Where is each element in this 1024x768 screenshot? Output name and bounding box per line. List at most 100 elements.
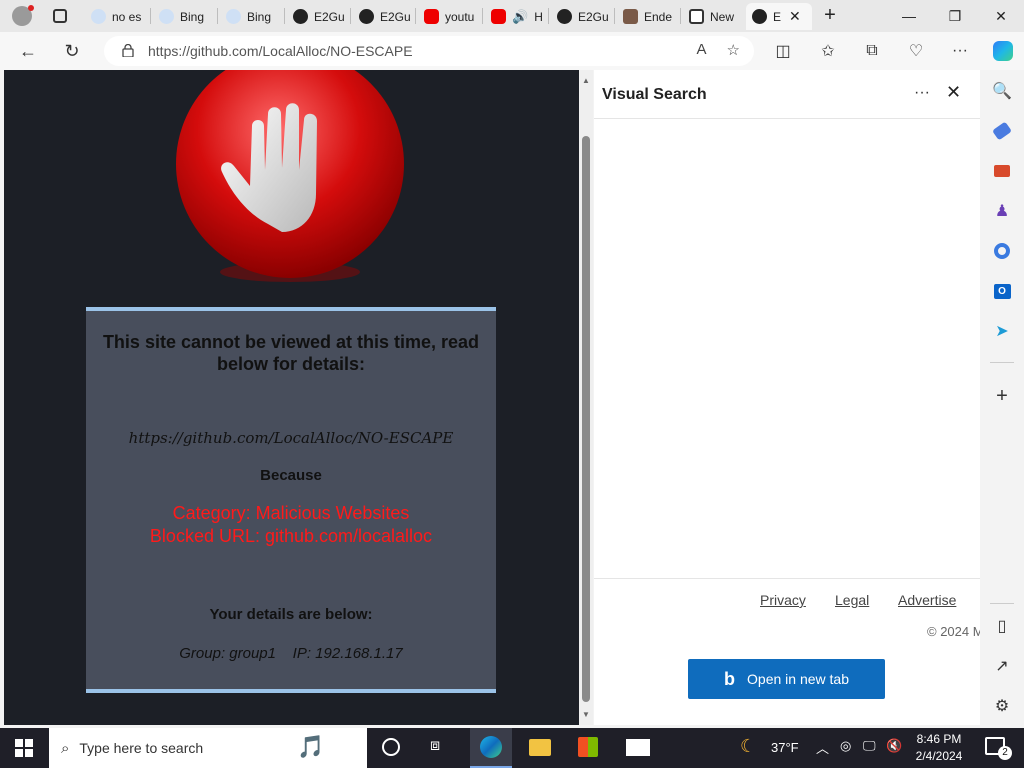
- tab-label: E2Gu: [380, 9, 411, 24]
- footer-divider: [594, 578, 980, 579]
- clock[interactable]: 8:46 PM 2/4/2024: [910, 731, 968, 765]
- user-details: Group: group1 IP: 192.168.1.17: [86, 645, 496, 662]
- settings-more-icon[interactable]: ···: [947, 39, 973, 63]
- notification-count: 2: [998, 746, 1012, 760]
- performance-icon[interactable]: ♡: [903, 39, 929, 63]
- collections-icon[interactable]: ⧉: [859, 39, 885, 63]
- settings-gear-icon[interactable]: ⚙: [991, 695, 1013, 717]
- newtab-icon: [689, 9, 704, 24]
- clock-date: 2/4/2024: [915, 749, 963, 763]
- tab-bing-1[interactable]: Bing: [153, 3, 215, 30]
- tab-youtube-2[interactable]: 🔊 H: [485, 3, 547, 30]
- weather-temp[interactable]: 37°F: [771, 740, 799, 755]
- search-icon: [91, 9, 106, 24]
- file-explorer-icon[interactable]: [529, 739, 551, 756]
- minimize-button[interactable]: —: [886, 0, 932, 32]
- windows-start-icon[interactable]: [15, 739, 33, 757]
- send-icon[interactable]: ➤: [991, 320, 1013, 342]
- weather-moon-icon[interactable]: ☾: [740, 736, 756, 757]
- edge-sidebar: 🔍 ♟ O ➤ + ▯ ↗ ⚙: [980, 70, 1024, 728]
- tab-github-1[interactable]: E2Gu: [287, 3, 349, 30]
- tab-label: Ende: [644, 9, 673, 24]
- panel-title: Visual Search: [602, 86, 707, 103]
- favorites-icon[interactable]: ✩: [815, 39, 841, 63]
- tab-github-3[interactable]: E2Gu: [551, 3, 613, 30]
- tray-chevron-icon[interactable]: ︿: [816, 738, 829, 757]
- taskbar-search-box[interactable]: ⌕ Type here to search 🎵: [49, 728, 367, 768]
- page-scrollbar[interactable]: ▲ ▼: [579, 70, 593, 725]
- group-text: Group: group1: [179, 645, 276, 662]
- blocked-message-box: This site cannot be viewed at this time,…: [86, 307, 496, 693]
- external-link-icon[interactable]: ↗: [991, 655, 1013, 677]
- address-toolbar: ← ↻ https://github.com/LocalAlloc/NO-ESC…: [0, 32, 1024, 70]
- search-icon: [159, 9, 174, 24]
- task-view-icon[interactable]: ⧈: [430, 737, 440, 755]
- youtube-icon: [491, 9, 506, 24]
- mail-icon[interactable]: [626, 739, 650, 756]
- scroll-up-arrow[interactable]: ▲: [582, 76, 590, 85]
- tab-label: E2Gu: [578, 9, 609, 24]
- new-tab-button[interactable]: +: [819, 4, 841, 28]
- windows-taskbar: ⌕ Type here to search 🎵 ⧈ ☾ 37°F ︿ ◎ 🖵 🔇…: [0, 728, 1024, 768]
- avatar-icon: [623, 9, 638, 24]
- youtube-icon: [424, 9, 439, 24]
- speaker-icon[interactable]: 🔊: [512, 9, 528, 25]
- tab-ender[interactable]: Ende: [617, 3, 679, 30]
- details-heading: Your details are below:: [209, 606, 373, 623]
- address-bar[interactable]: https://github.com/LocalAlloc/NO-ESCAPE …: [104, 36, 754, 66]
- close-window-button[interactable]: ✕: [978, 0, 1024, 32]
- category-line: Category: Malicious Websites: [172, 503, 410, 523]
- panel-more-button[interactable]: ···: [914, 84, 930, 102]
- microsoft365-icon[interactable]: [991, 240, 1013, 262]
- refresh-button[interactable]: ↻: [58, 38, 86, 64]
- open-in-new-tab-button[interactable]: b Open in new tab: [688, 659, 885, 699]
- outlook-icon[interactable]: O: [991, 280, 1013, 302]
- search-icon[interactable]: 🔍: [991, 80, 1013, 102]
- split-screen-icon[interactable]: ◫: [770, 39, 796, 63]
- tab-label: Bing: [180, 9, 205, 24]
- games-icon[interactable]: ♟: [991, 200, 1013, 222]
- scroll-down-arrow[interactable]: ▼: [582, 710, 590, 719]
- tab-youtube-1[interactable]: youtu: [418, 3, 480, 30]
- favorite-star-icon[interactable]: ☆: [727, 41, 740, 59]
- add-icon[interactable]: +: [991, 385, 1013, 407]
- meet-now-icon[interactable]: ◎: [840, 738, 851, 754]
- restore-button[interactable]: ❐: [932, 0, 978, 32]
- close-tab-icon[interactable]: ✕: [789, 8, 801, 25]
- stop-hand-icon: [176, 70, 404, 282]
- tab-bing-2[interactable]: Bing: [220, 3, 282, 30]
- advertise-link[interactable]: Advertise: [898, 592, 956, 608]
- ip-text: IP: 192.168.1.17: [292, 645, 403, 662]
- sidebar-divider: [990, 362, 1014, 363]
- tab-actions-icon[interactable]: [53, 9, 67, 23]
- blocked-heading: This site cannot be viewed at this time,…: [102, 332, 480, 374]
- legal-link[interactable]: Legal: [835, 592, 869, 608]
- tab-label: New: [710, 9, 735, 24]
- tab-label: no es: [112, 9, 142, 24]
- tab-active-github[interactable]: E ✕: [746, 3, 812, 30]
- edge-taskbar-icon[interactable]: [470, 728, 512, 768]
- tab-label: E: [773, 9, 782, 24]
- shopping-tag-icon[interactable]: [991, 120, 1013, 142]
- panel-layout-icon[interactable]: ▯: [991, 615, 1013, 637]
- search-magnifier-icon: ⌕: [61, 739, 70, 757]
- tab-new[interactable]: New: [683, 3, 745, 30]
- clock-time: 8:46 PM: [916, 732, 962, 746]
- back-button[interactable]: ←: [14, 38, 42, 64]
- copilot-icon[interactable]: [990, 39, 1016, 63]
- visual-search-panel: Visual Search ··· ✕ Privacy Legal Advert…: [594, 70, 984, 725]
- scroll-thumb[interactable]: [582, 136, 590, 702]
- tab-label: Bing: [247, 9, 272, 24]
- task-view-cortana-icon[interactable]: [382, 738, 400, 756]
- bing-logo-icon: b: [724, 668, 736, 689]
- network-icon[interactable]: 🖵: [863, 738, 876, 754]
- open-button-label: Open in new tab: [747, 671, 849, 687]
- read-aloud-icon[interactable]: A: [697, 41, 707, 59]
- tab-no-es[interactable]: no es: [85, 3, 147, 30]
- volume-muted-icon[interactable]: 🔇: [886, 738, 902, 754]
- privacy-link[interactable]: Privacy: [760, 592, 806, 608]
- store-icon[interactable]: [578, 737, 598, 757]
- panel-close-button[interactable]: ✕: [946, 82, 961, 103]
- tab-github-2[interactable]: E2Gu: [353, 3, 415, 30]
- tools-icon[interactable]: [991, 160, 1013, 182]
